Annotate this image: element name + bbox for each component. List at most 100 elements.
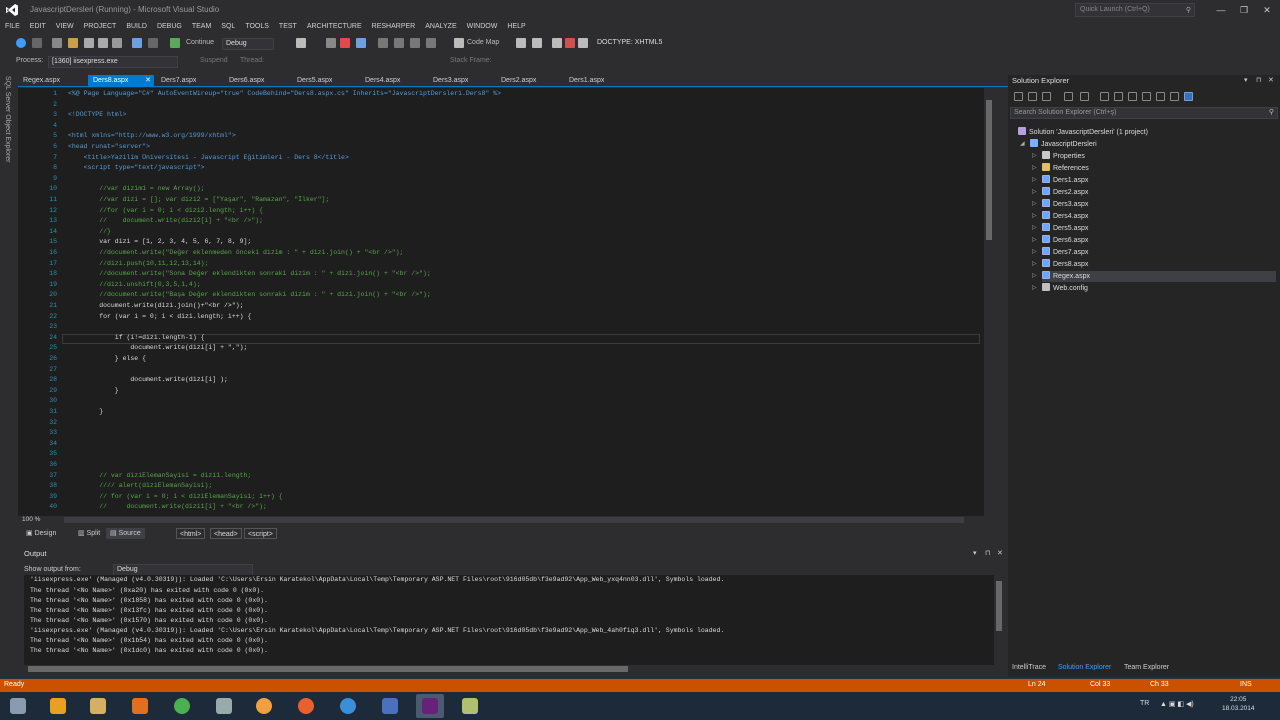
new-project-icon[interactable] [52, 38, 62, 48]
step-into-icon[interactable] [394, 38, 404, 48]
doctype-selector[interactable]: DOCTYPE: XHTML5 [597, 39, 662, 46]
menu-project[interactable]: PROJECT [79, 20, 122, 34]
html-icon[interactable] [516, 38, 526, 48]
menu-build[interactable]: BUILD [121, 20, 152, 34]
close-button[interactable]: ✕ [1259, 3, 1275, 17]
scroll-thumb[interactable] [986, 100, 992, 240]
tree-item[interactable]: ▷ Web.config [1032, 283, 1276, 294]
collapse-all-icon[interactable] [1100, 92, 1109, 101]
breadcrumb-script[interactable]: <script> [244, 528, 277, 539]
expand-arrow-icon[interactable]: ▷ [1032, 223, 1037, 234]
tab-regex[interactable]: Regex.aspx [18, 75, 86, 87]
tab-ders4[interactable]: Ders4.aspx [360, 75, 426, 87]
tree-item[interactable]: ▷ Properties [1032, 151, 1276, 162]
tab-ders5[interactable]: Ders5.aspx [292, 75, 358, 87]
tree-item[interactable]: ▷ Ders4.aspx [1032, 211, 1276, 222]
menu-team[interactable]: TEAM [187, 20, 216, 34]
show-next-statement-icon[interactable] [378, 38, 388, 48]
play-icon[interactable] [170, 38, 180, 48]
tree-item[interactable]: ▷ Ders3.aspx [1032, 199, 1276, 210]
tab-ders6[interactable]: Ders6.aspx [224, 75, 290, 87]
dropdown-icon[interactable]: ▾ [1244, 76, 1248, 84]
show-all-files-icon[interactable] [1114, 92, 1123, 101]
source-view-button[interactable]: ▤ Source [106, 528, 145, 539]
tree-item[interactable]: ▷ Regex.aspx [1032, 271, 1276, 282]
tab-team-explorer[interactable]: Team Explorer [1124, 664, 1169, 671]
tree-item[interactable]: ◢ JavascriptDersleri [1020, 139, 1276, 150]
tree-item[interactable]: ▷ Ders7.aspx [1032, 247, 1276, 258]
menu-architecture[interactable]: ARCHITECTURE [302, 20, 367, 34]
clock[interactable]: 22:05 18.03.2014 [1222, 695, 1255, 713]
expand-arrow-icon[interactable]: ▷ [1032, 151, 1037, 162]
tree-item[interactable]: Solution 'JavascriptDersleri' (1 project… [1018, 127, 1276, 138]
forward-icon[interactable] [1028, 92, 1037, 101]
expand-arrow-icon[interactable]: ▷ [1032, 163, 1037, 174]
language-indicator[interactable]: TR [1140, 700, 1149, 707]
expand-arrow-icon[interactable]: ▷ [1032, 247, 1037, 258]
error-check-icon[interactable] [565, 38, 575, 48]
solution-config-combo[interactable]: Debug [222, 38, 274, 50]
tab-ders1[interactable]: Ders1.aspx [564, 75, 630, 87]
taskbar-app-6[interactable] [250, 694, 278, 718]
validate-icon[interactable] [578, 38, 588, 48]
menu-tools[interactable]: TOOLS [240, 20, 274, 34]
scroll-thumb[interactable] [996, 581, 1002, 631]
expand-arrow-icon[interactable]: ▷ [1032, 211, 1037, 222]
expand-arrow-icon[interactable]: ◢ [1020, 139, 1025, 150]
cut-icon[interactable] [112, 38, 122, 48]
menu-window[interactable]: WINDOW [462, 20, 503, 34]
solution-explorer-search[interactable]: Search Solution Explorer (Ctrl+ş) ⚲ [1010, 107, 1278, 119]
view-code-icon[interactable] [1142, 92, 1151, 101]
menu-test[interactable]: TEST [274, 20, 302, 34]
expand-arrow-icon[interactable]: ▷ [1032, 283, 1037, 294]
pin-icon[interactable]: ⊓ [985, 549, 990, 557]
save-all-icon[interactable] [98, 38, 108, 48]
taskbar-app-11[interactable] [456, 694, 484, 718]
step-over-icon[interactable] [410, 38, 420, 48]
code-editor[interactable]: 1 2 3 4 5 6 7 8 9 10 11 12 13 14 15 16 17 18 19 20 21 22 23 24 2… [18, 88, 994, 516]
menu-file[interactable]: FILE [0, 20, 25, 34]
nest-icon[interactable] [1128, 92, 1137, 101]
zoom-level[interactable]: 100 % [22, 516, 40, 523]
refresh-icon[interactable] [1080, 92, 1089, 101]
tab-ders7[interactable]: Ders7.aspx [156, 75, 222, 87]
expand-arrow-icon[interactable]: ▷ [1032, 175, 1037, 186]
preview-selected-icon[interactable] [1184, 92, 1193, 101]
maximize-button[interactable]: ❐ [1236, 3, 1252, 17]
menu-sql[interactable]: SQL [216, 20, 240, 34]
tab-intellitrace[interactable]: IntelliTrace [1012, 664, 1046, 671]
check-icon[interactable] [552, 38, 562, 48]
menu-analyze[interactable]: ANALYZE [420, 20, 461, 34]
taskbar-app-4[interactable] [168, 694, 196, 718]
tree-item[interactable]: ▷ Ders6.aspx [1032, 235, 1276, 246]
save-icon[interactable] [84, 38, 94, 48]
tree-item[interactable]: ▷ Ders5.aspx [1032, 223, 1276, 234]
expand-arrow-icon[interactable]: ▷ [1032, 235, 1037, 246]
output-text[interactable]: 'iisexpress.exe' (Managed (v4.0.30319)):… [24, 575, 994, 665]
split-view-button[interactable]: ▥ Split [74, 528, 104, 539]
format-icon[interactable] [532, 38, 542, 48]
close-icon[interactable]: ✕ [1268, 76, 1274, 84]
sql-server-object-explorer-tab[interactable]: SQL Server Object Explorer [4, 76, 11, 163]
close-tab-icon[interactable]: ✕ [145, 75, 151, 87]
expand-arrow-icon[interactable]: ▷ [1032, 187, 1037, 198]
open-file-icon[interactable] [68, 38, 78, 48]
continue-label[interactable]: Continue [186, 39, 214, 46]
tab-solution-explorer[interactable]: Solution Explorer [1058, 664, 1111, 671]
tree-item[interactable]: ▷ Ders8.aspx [1032, 259, 1276, 270]
tab-ders2[interactable]: Ders2.aspx [496, 75, 562, 87]
menu-view[interactable]: VIEW [51, 20, 79, 34]
properties-wrench-icon[interactable] [1170, 92, 1179, 101]
menu-debug[interactable]: DEBUG [152, 20, 187, 34]
taskbar-app-7[interactable] [292, 694, 320, 718]
suspend-label[interactable]: Suspend [200, 57, 228, 64]
taskbar-app-9[interactable] [376, 694, 404, 718]
taskbar-app-1[interactable] [44, 694, 72, 718]
expand-arrow-icon[interactable]: ▷ [1032, 199, 1037, 210]
code-map-label[interactable]: Code Map [467, 39, 499, 46]
breadcrumb-html[interactable]: <html> [176, 528, 206, 539]
taskbar-app-2[interactable] [84, 694, 112, 718]
attach-icon[interactable] [296, 38, 306, 48]
taskbar-app-5[interactable] [210, 694, 238, 718]
redo-icon[interactable] [148, 38, 158, 48]
